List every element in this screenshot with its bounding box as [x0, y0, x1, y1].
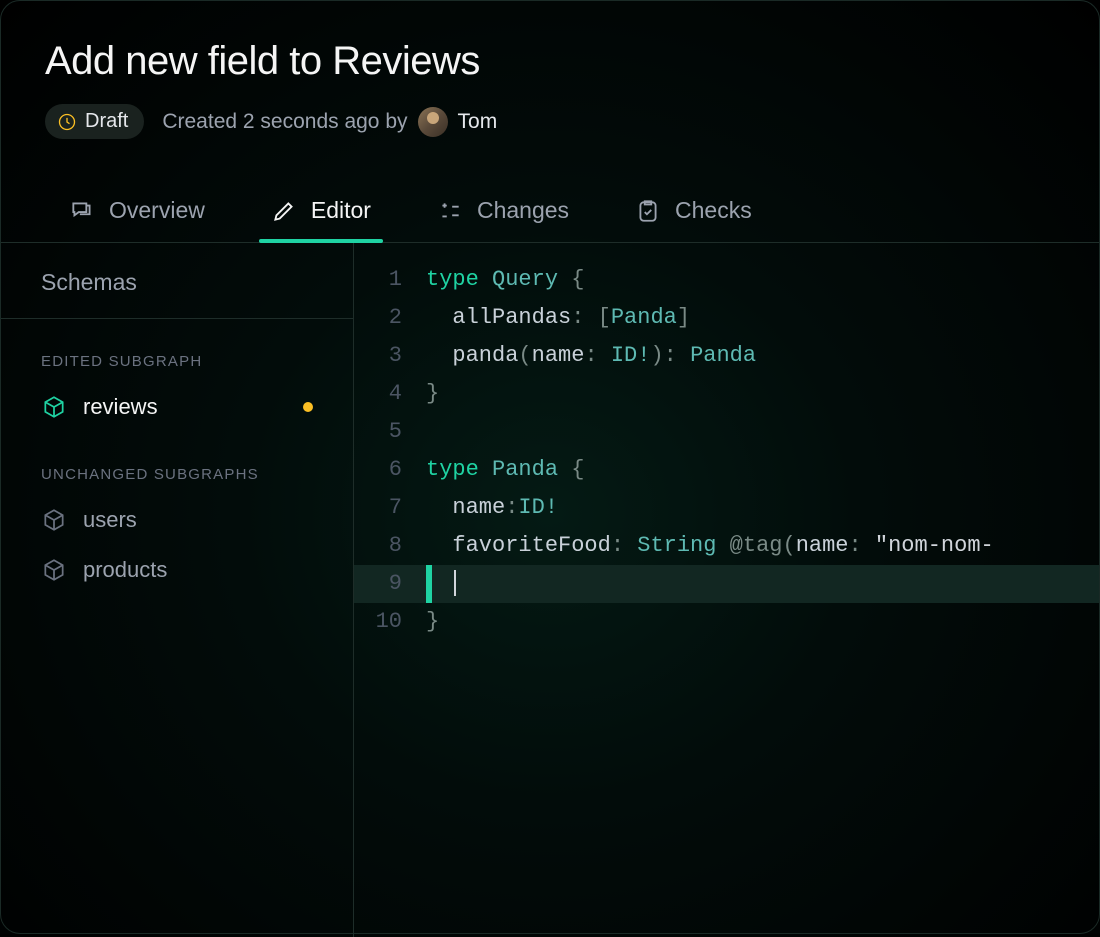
- code-content: [426, 565, 1099, 603]
- modified-dot-icon: [303, 402, 313, 412]
- code-line[interactable]: 10}: [354, 603, 1099, 641]
- line-number: 10: [354, 603, 426, 641]
- code-content: allPandas: [Panda]: [426, 299, 1099, 337]
- section-label-unchanged: UNCHANGED SUBGRAPHS: [41, 466, 313, 483]
- clock-icon: [57, 112, 77, 132]
- code-editor[interactable]: 1type Query {2 allPandas: [Panda]3 panda…: [354, 243, 1099, 937]
- avatar: [418, 107, 448, 137]
- code-content: panda(name: ID!): Panda: [426, 337, 1099, 375]
- tab-label: Overview: [109, 197, 205, 224]
- cube-icon: [41, 507, 67, 533]
- status-badge: Draft: [45, 104, 144, 139]
- code-line[interactable]: 6type Panda {: [354, 451, 1099, 489]
- tab-editor[interactable]: Editor: [267, 181, 375, 242]
- created-prefix: Created 2 seconds ago by: [162, 110, 407, 134]
- code-content: type Panda {: [426, 451, 1099, 489]
- line-number: 9: [354, 565, 426, 603]
- tab-changes[interactable]: Changes: [433, 181, 573, 242]
- code-content: name:ID!: [426, 489, 1099, 527]
- created-by: Created 2 seconds ago by Tom: [162, 107, 497, 137]
- line-number: 8: [354, 527, 426, 565]
- tabs: Overview Editor Changes Checks: [1, 181, 1099, 243]
- sidebar-item-label: products: [83, 557, 167, 583]
- section-label-edited: EDITED SUBGRAPH: [41, 353, 313, 370]
- author-name: Tom: [458, 110, 498, 134]
- code-line[interactable]: 5: [354, 413, 1099, 451]
- code-line[interactable]: 1type Query {: [354, 261, 1099, 299]
- cursor: [454, 570, 456, 596]
- pencil-icon: [271, 198, 297, 224]
- sidebar-item-users[interactable]: users: [41, 495, 313, 545]
- code-line[interactable]: 8 favoriteFood: String @tag(name: "nom-n…: [354, 527, 1099, 565]
- line-number: 1: [354, 261, 426, 299]
- sidebar-title: Schemas: [1, 269, 353, 319]
- code-content: type Query {: [426, 261, 1099, 299]
- cube-icon: [41, 557, 67, 583]
- code-line[interactable]: 7 name:ID!: [354, 489, 1099, 527]
- tab-label: Changes: [477, 197, 569, 224]
- diff-icon: [437, 198, 463, 224]
- tab-label: Checks: [675, 197, 752, 224]
- line-number: 3: [354, 337, 426, 375]
- tab-label: Editor: [311, 197, 371, 224]
- sidebar-item-label: reviews: [83, 394, 158, 420]
- code-content: favoriteFood: String @tag(name: "nom-nom…: [426, 527, 1099, 565]
- status-text: Draft: [85, 110, 128, 133]
- code-line[interactable]: 3 panda(name: ID!): Panda: [354, 337, 1099, 375]
- line-number: 2: [354, 299, 426, 337]
- tab-overview[interactable]: Overview: [65, 181, 209, 242]
- line-number: 6: [354, 451, 426, 489]
- sidebar-item-label: users: [83, 507, 137, 533]
- page-title: Add new field to Reviews: [45, 39, 1055, 84]
- sidebar-item-products[interactable]: products: [41, 545, 313, 595]
- tab-checks[interactable]: Checks: [631, 181, 756, 242]
- meta-row: Draft Created 2 seconds ago by Tom: [45, 104, 1055, 139]
- line-number: 5: [354, 413, 426, 451]
- sidebar-item-reviews[interactable]: reviews: [41, 382, 313, 432]
- line-number: 4: [354, 375, 426, 413]
- code-line[interactable]: 9: [354, 565, 1099, 603]
- code-content: }: [426, 603, 1099, 641]
- code-content: }: [426, 375, 1099, 413]
- code-line[interactable]: 2 allPandas: [Panda]: [354, 299, 1099, 337]
- cube-icon: [41, 394, 67, 420]
- chat-icon: [69, 198, 95, 224]
- code-line[interactable]: 4}: [354, 375, 1099, 413]
- clipboard-check-icon: [635, 198, 661, 224]
- sidebar: Schemas EDITED SUBGRAPH reviews UNCHANGE…: [1, 243, 354, 937]
- line-number: 7: [354, 489, 426, 527]
